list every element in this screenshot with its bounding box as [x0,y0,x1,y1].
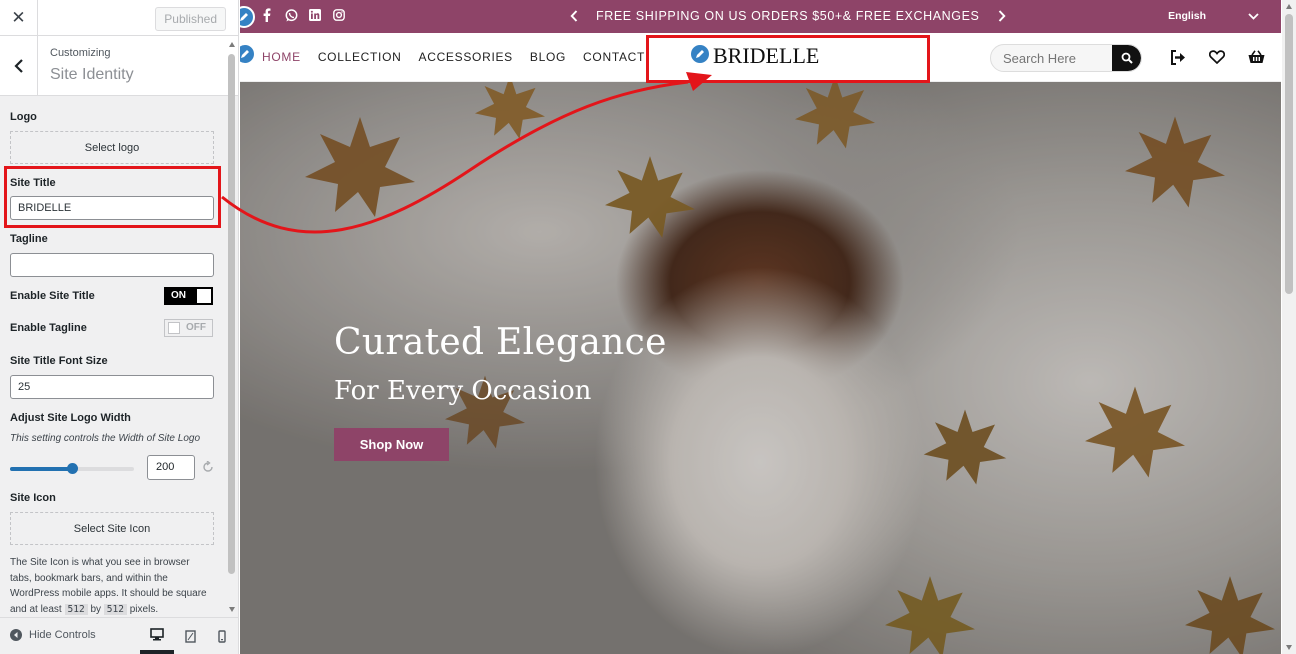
language-label: English [1168,10,1206,22]
hero-banner: Curated Elegance For Every Occasion Shop… [240,82,1281,654]
slider-thumb[interactable] [66,463,78,474]
help-text-by: by [90,603,102,615]
desktop-icon[interactable] [140,618,174,654]
tagline-input[interactable] [10,253,214,277]
logo-width-description: This setting controls the Width of Site … [10,433,201,444]
chevron-down-icon [1248,12,1259,20]
site-title-input[interactable]: BRIDELLE [10,196,214,220]
published-button[interactable]: Published [155,7,226,31]
search-icon[interactable] [1112,45,1141,71]
hide-controls-label: Hide Controls [29,629,96,641]
scroll-up-arrow-icon[interactable] [229,42,235,47]
tablet-icon[interactable] [173,618,207,654]
hero-subtitle: For Every Occasion [334,376,592,406]
primary-menu: HOME COLLECTION ACCESSORIES BLOG CONTACT [262,50,645,64]
edit-pencil-icon[interactable] [689,43,711,65]
language-selector[interactable]: English [1168,10,1259,22]
scroll-down-arrow-icon[interactable] [229,607,235,612]
scroll-thumb[interactable] [228,54,235,574]
nav-item-home[interactable]: HOME [262,50,301,64]
search-input[interactable] [991,45,1116,71]
section-header: Customizing Site Identity [0,36,238,96]
chevron-left-icon[interactable] [570,10,578,22]
customizer-sidebar: ✕ Published Customizing Site Identity Lo… [0,0,239,654]
scroll-down-arrow-icon[interactable] [1286,645,1292,650]
site-title-label: Site Title [10,177,56,189]
logo-width-slider[interactable] [10,463,134,474]
sidebar-scrollbar[interactable] [227,38,237,616]
hide-controls-button[interactable]: Hide Controls [10,629,96,641]
nav-item-collection[interactable]: COLLECTION [318,50,402,64]
facebook-icon[interactable] [260,8,274,22]
toggle-state: OFF [186,322,206,333]
toggle-knob [197,289,211,303]
site-icon-help: The Site Icon is what you see in browser… [10,555,210,617]
site-logo-title[interactable]: BRIDELLE [713,43,819,69]
edit-pencil-icon[interactable] [240,43,256,65]
scroll-thumb[interactable] [1285,14,1293,294]
enable-tagline-label: Enable Tagline [10,322,87,334]
customizer-footer: Hide Controls [0,617,238,654]
chevron-right-icon[interactable] [998,10,1006,22]
tagline-label: Tagline [10,233,48,245]
announcement-bar: FREE SHIPPING ON US ORDERS $50+& FREE EX… [240,0,1281,33]
edit-pencil-icon[interactable] [240,6,255,28]
select-logo-button[interactable]: Select logo [10,131,214,164]
select-site-icon-button[interactable]: Select Site Icon [10,512,214,545]
whatsapp-icon[interactable] [284,8,298,22]
enable-site-title-label: Enable Site Title [10,290,95,302]
promo-slider: FREE SHIPPING ON US ORDERS $50+& FREE EX… [570,9,1006,23]
linkedin-icon[interactable] [308,8,322,22]
code-size: 512 [103,603,127,615]
site-icon-label: Site Icon [10,492,56,504]
cart-basket-icon[interactable] [1247,48,1265,66]
close-icon[interactable]: ✕ [0,0,38,36]
code-size: 512 [64,603,88,615]
nav-item-blog[interactable]: BLOG [530,50,566,64]
back-icon[interactable] [0,36,38,95]
customizer-header: ✕ Published [0,0,238,36]
site-preview: FREE SHIPPING ON US ORDERS $50+& FREE EX… [240,0,1281,654]
font-size-label: Site Title Font Size [10,355,108,367]
social-links [260,8,346,22]
font-size-input[interactable]: 25 [10,375,214,399]
logo-width-input[interactable]: 200 [147,455,195,480]
section-title: Site Identity [50,66,134,83]
toggle-state: ON [171,290,186,301]
page-scrollbar[interactable] [1282,0,1296,654]
section-breadcrumb: Customizing [50,47,111,59]
main-navbar: HOME COLLECTION ACCESSORIES BLOG CONTACT… [240,33,1281,82]
toggle-knob [168,322,180,334]
mobile-icon[interactable] [205,618,238,654]
hero-title: Curated Elegance [334,322,667,363]
enable-site-title-toggle[interactable]: ON [164,287,213,305]
hero-overlay [240,82,1281,654]
nav-item-accessories[interactable]: ACCESSORIES [419,50,513,64]
shop-now-button[interactable]: Shop Now [334,428,449,461]
controls-panel: Logo Select logo Site Title BRIDELLE Tag… [0,97,226,617]
instagram-icon[interactable] [332,8,346,22]
reset-icon[interactable] [202,461,214,473]
logo-width-label: Adjust Site Logo Width [10,412,131,424]
promo-text: FREE SHIPPING ON US ORDERS $50+& FREE EX… [596,9,980,23]
login-icon[interactable] [1169,48,1187,66]
search-box [990,44,1142,72]
scroll-up-arrow-icon[interactable] [1286,4,1292,9]
nav-item-contact[interactable]: CONTACT [583,50,645,64]
enable-tagline-toggle[interactable]: OFF [164,319,213,337]
logo-label: Logo [10,111,37,123]
help-text-end: pixels. [129,603,159,615]
slider-fill [10,467,72,471]
wishlist-heart-icon[interactable] [1208,48,1226,66]
collapse-icon [10,629,22,641]
